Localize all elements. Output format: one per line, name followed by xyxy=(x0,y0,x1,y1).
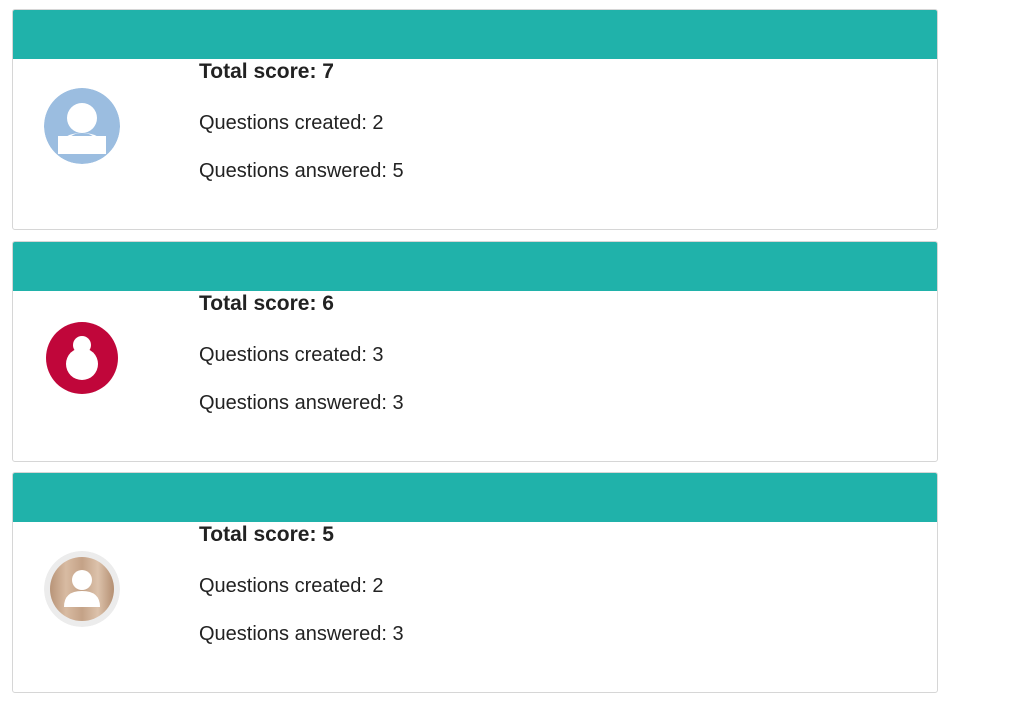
card-header-bar xyxy=(13,242,937,291)
total-score: Total score: 6 xyxy=(199,292,334,315)
leaderboard-card: Total score: 5 Questions created: 2 Ques… xyxy=(12,472,938,693)
questions-created: Questions created: 2 xyxy=(199,112,384,134)
red-user-avatar-icon[interactable] xyxy=(44,320,120,396)
card-header-bar xyxy=(13,10,937,59)
questions-answered: Questions answered: 3 xyxy=(199,623,404,645)
total-score: Total score: 5 xyxy=(199,523,334,546)
card-header-bar xyxy=(13,473,937,522)
total-score: Total score: 7 xyxy=(199,60,334,83)
leaderboard-list: Total score: 7 Questions created: 2 Ques… xyxy=(0,0,1010,724)
wood-user-avatar-icon[interactable] xyxy=(44,551,120,627)
questions-answered: Questions answered: 3 xyxy=(199,392,404,414)
questions-created: Questions created: 2 xyxy=(199,575,384,597)
questions-created: Questions created: 3 xyxy=(199,344,384,366)
default-user-avatar-icon[interactable] xyxy=(44,88,120,164)
leaderboard-card: Total score: 6 Questions created: 3 Ques… xyxy=(12,241,938,462)
leaderboard-card: Total score: 7 Questions created: 2 Ques… xyxy=(12,9,938,230)
questions-answered: Questions answered: 5 xyxy=(199,160,404,182)
